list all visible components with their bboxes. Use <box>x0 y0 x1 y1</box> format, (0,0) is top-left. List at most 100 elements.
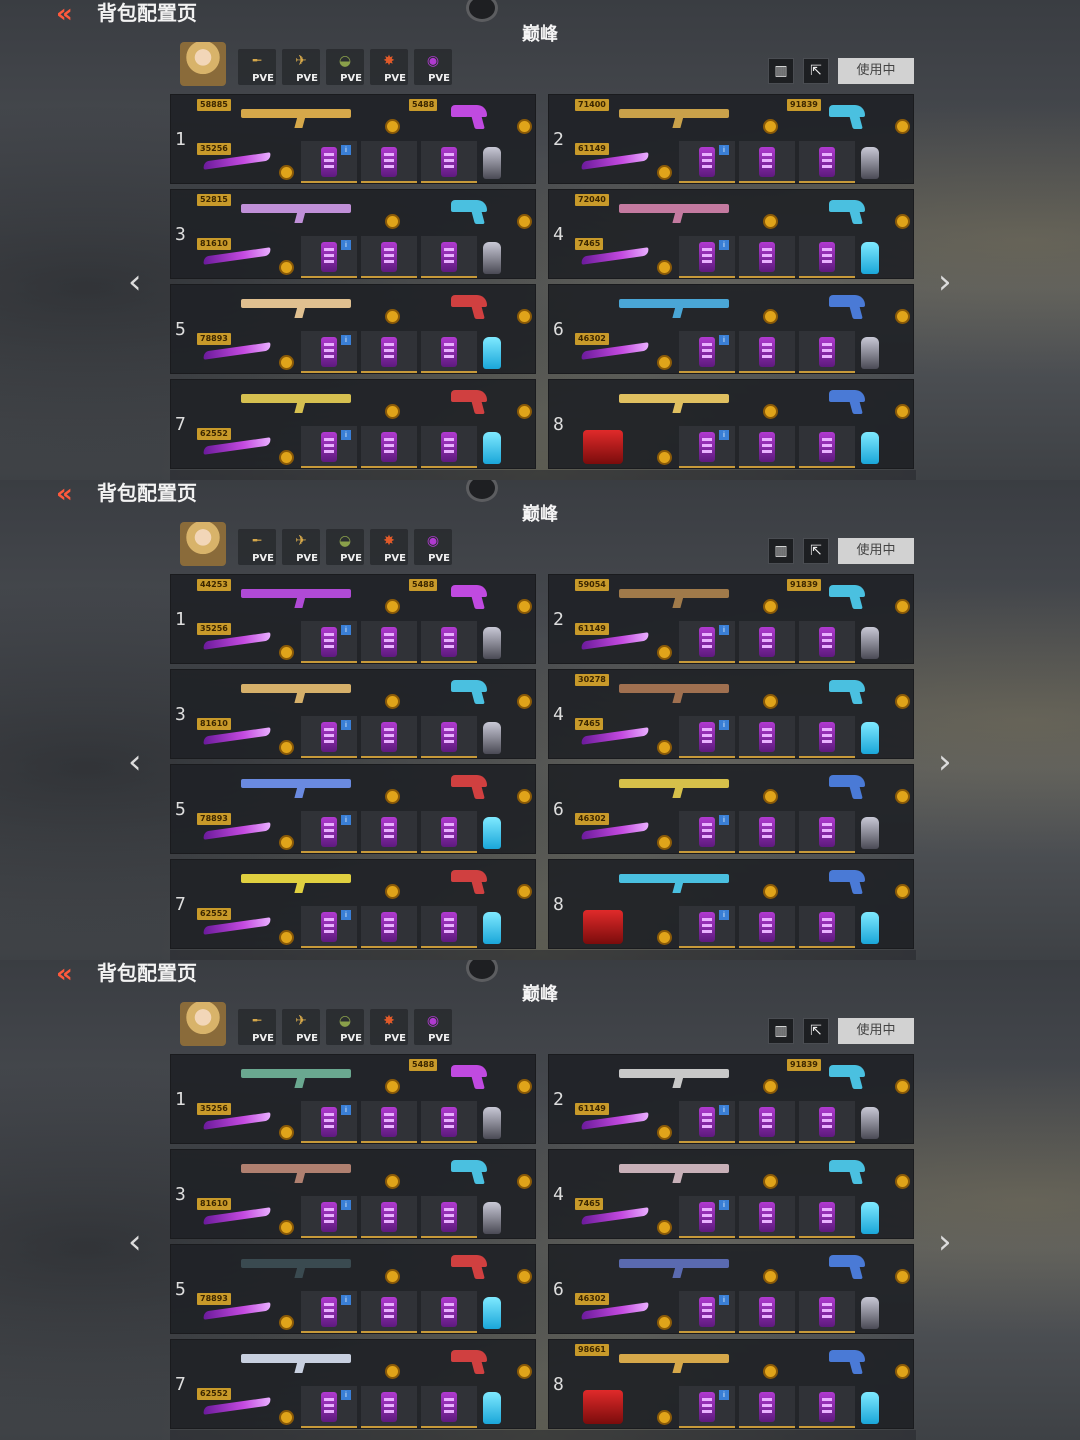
melee-weapon[interactable] <box>580 720 651 752</box>
melee-weapon[interactable] <box>580 815 651 847</box>
pve-chip[interactable]: ✈ PVE <box>282 1009 320 1045</box>
pve-chip[interactable]: ✈ PVE <box>282 49 320 85</box>
primary-weapon[interactable] <box>619 386 739 414</box>
melee-weapon[interactable] <box>580 1200 651 1232</box>
equipment-slot[interactable]: i <box>301 1386 357 1428</box>
equipment-slot[interactable] <box>361 1386 417 1428</box>
share-icon[interactable]: ⇱ <box>803 58 829 84</box>
bar-chart-icon[interactable]: ▥ <box>768 538 794 564</box>
equipment-slot[interactable] <box>421 331 477 373</box>
throwable-icon[interactable] <box>483 242 501 274</box>
melee-weapon[interactable] <box>580 625 651 657</box>
primary-weapon[interactable] <box>241 1061 361 1089</box>
throwable-icon[interactable] <box>483 1107 501 1139</box>
equipment-slot[interactable] <box>361 236 417 278</box>
equipment-slot[interactable]: i <box>679 426 735 468</box>
melee-weapon[interactable] <box>580 145 651 177</box>
equipment-slot[interactable]: i <box>301 1196 357 1238</box>
chevron-left-icon[interactable]: ‹ <box>128 262 142 302</box>
equipment-slot[interactable]: i <box>301 236 357 278</box>
throwable-icon[interactable] <box>861 242 879 274</box>
equipment-slot[interactable] <box>361 331 417 373</box>
pve-chip[interactable]: ✸ PVE <box>370 529 408 565</box>
secondary-weapon[interactable] <box>829 1346 873 1376</box>
share-icon[interactable]: ⇱ <box>803 1018 829 1044</box>
throwable-icon[interactable] <box>861 432 879 464</box>
primary-weapon[interactable] <box>619 101 739 129</box>
melee-weapon[interactable] <box>202 1295 273 1327</box>
melee-weapon[interactable] <box>202 1390 273 1422</box>
primary-weapon[interactable] <box>619 1346 739 1374</box>
loadout-card[interactable]: 5 78893 i <box>170 284 536 374</box>
in-use-button[interactable]: 使用中 <box>838 58 914 84</box>
equipment-slot[interactable] <box>421 1386 477 1428</box>
melee-weapon[interactable] <box>202 240 273 272</box>
throwable-icon[interactable] <box>483 817 501 849</box>
equipment-slot[interactable]: i <box>679 141 735 183</box>
chevron-right-icon[interactable]: › <box>938 1222 952 1262</box>
bar-chart-icon[interactable]: ▥ <box>768 1018 794 1044</box>
loadout-card[interactable]: 4 7465 i <box>548 1149 914 1239</box>
secondary-weapon[interactable] <box>829 1061 873 1091</box>
share-icon[interactable]: ⇱ <box>803 538 829 564</box>
loadout-card[interactable]: 6 46302 i <box>548 1244 914 1334</box>
throwable-icon[interactable] <box>483 432 501 464</box>
loadout-card[interactable]: 3 81610 i <box>170 669 536 759</box>
melee-weapon[interactable] <box>202 720 273 752</box>
equipment-slot[interactable] <box>799 1291 855 1333</box>
chevron-right-icon[interactable]: › <box>938 262 952 302</box>
loadout-card[interactable]: 8i <box>548 379 914 469</box>
equipment-slot[interactable] <box>799 141 855 183</box>
pve-chip[interactable]: ╾ PVE <box>238 529 276 565</box>
equipment-slot[interactable]: i <box>679 331 735 373</box>
throwable-icon[interactable] <box>861 627 879 659</box>
throwable-icon[interactable] <box>861 912 879 944</box>
secondary-weapon[interactable] <box>829 1156 873 1186</box>
equipment-slot[interactable]: i <box>301 716 357 758</box>
throwable-icon[interactable] <box>861 1107 879 1139</box>
equipment-slot[interactable]: i <box>301 426 357 468</box>
melee-weapon[interactable] <box>202 145 273 177</box>
primary-weapon[interactable] <box>619 196 739 224</box>
secondary-weapon[interactable] <box>451 1251 495 1281</box>
primary-weapon[interactable] <box>619 581 739 609</box>
equipment-slot[interactable] <box>421 236 477 278</box>
melee-weapon[interactable] <box>202 815 273 847</box>
equipment-slot[interactable]: i <box>301 811 357 853</box>
equipment-slot[interactable]: i <box>301 141 357 183</box>
throwable-icon[interactable] <box>861 337 879 369</box>
equipment-slot[interactable]: i <box>679 1291 735 1333</box>
in-use-button[interactable]: 使用中 <box>838 1018 914 1044</box>
melee-weapon[interactable] <box>202 335 273 367</box>
throwable-icon[interactable] <box>861 817 879 849</box>
loadout-card[interactable]: 7 62552 i <box>170 1339 536 1429</box>
equipment-slot[interactable] <box>739 236 795 278</box>
avatar[interactable] <box>180 522 226 566</box>
hammer-icon[interactable] <box>583 910 623 944</box>
primary-weapon[interactable] <box>241 676 361 704</box>
equipment-slot[interactable] <box>361 811 417 853</box>
secondary-weapon[interactable] <box>451 196 495 226</box>
pve-chip[interactable]: ◉ PVE <box>414 529 452 565</box>
melee-weapon[interactable] <box>580 1295 651 1327</box>
equipment-slot[interactable] <box>361 426 417 468</box>
primary-weapon[interactable] <box>619 771 739 799</box>
equipment-slot[interactable]: i <box>679 621 735 663</box>
loadout-card[interactable]: 8 98661 i <box>548 1339 914 1429</box>
equipment-slot[interactable]: i <box>679 906 735 948</box>
secondary-weapon[interactable] <box>451 866 495 896</box>
loadout-card[interactable]: 4 30278 7465 i <box>548 669 914 759</box>
equipment-slot[interactable] <box>421 1291 477 1333</box>
melee-weapon[interactable] <box>202 910 273 942</box>
primary-weapon[interactable] <box>241 581 361 609</box>
throwable-icon[interactable] <box>861 722 879 754</box>
equipment-slot[interactable] <box>421 1196 477 1238</box>
secondary-weapon[interactable] <box>829 676 873 706</box>
loadout-card[interactable]: 5 78893 i <box>170 764 536 854</box>
equipment-slot[interactable] <box>739 621 795 663</box>
hammer-icon[interactable] <box>583 430 623 464</box>
primary-weapon[interactable] <box>619 676 739 704</box>
equipment-slot[interactable] <box>739 811 795 853</box>
loadout-card[interactable]: 8i <box>548 859 914 949</box>
equipment-slot[interactable] <box>361 621 417 663</box>
